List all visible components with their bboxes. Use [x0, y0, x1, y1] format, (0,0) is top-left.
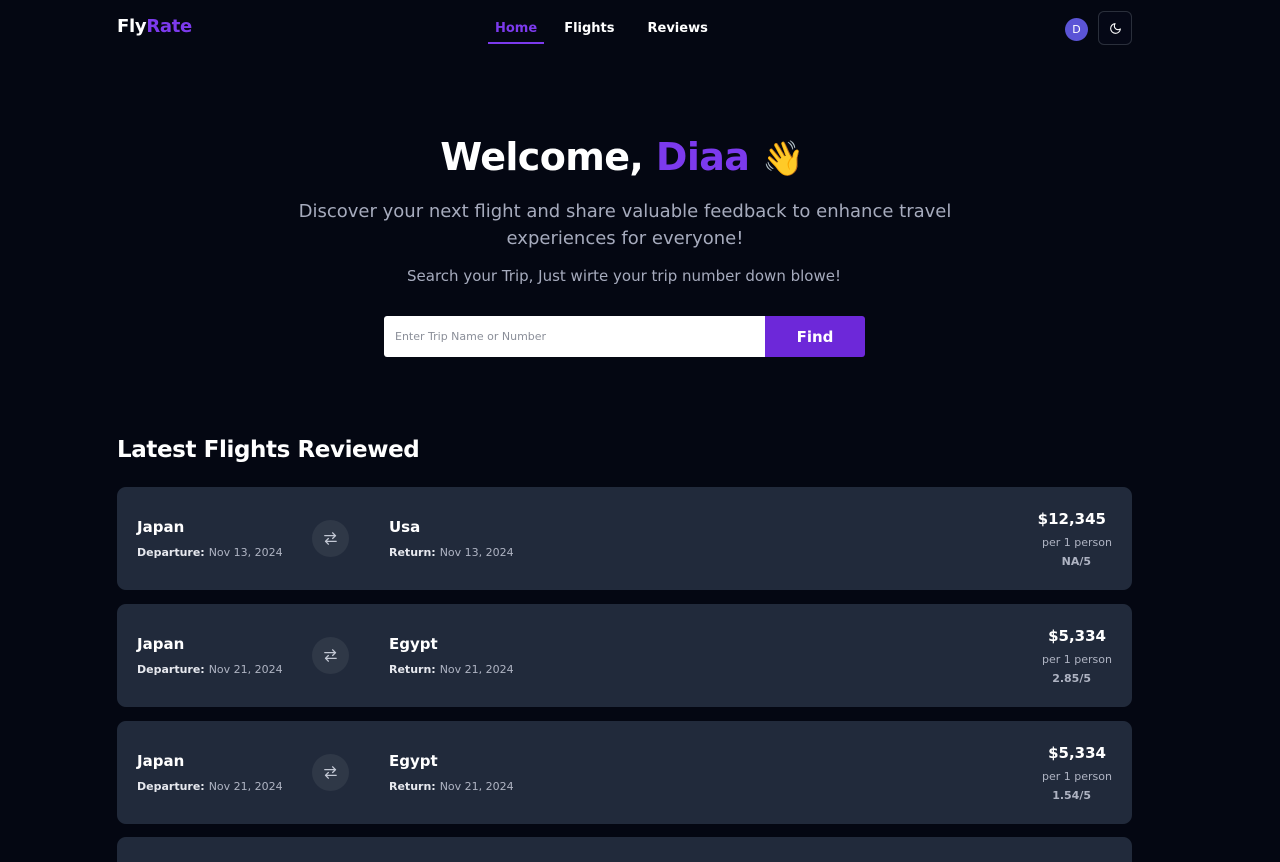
- flight-card-partial[interactable]: [117, 837, 1132, 862]
- flight-rating: 2.85/5: [1052, 672, 1091, 685]
- return-date: Nov 21, 2024: [439, 780, 514, 793]
- return-label: Return:: [389, 780, 436, 793]
- hero-subtitle: Discover your next flight and share valu…: [298, 201, 952, 249]
- return-date-row: Return: Nov 13, 2024: [389, 546, 514, 559]
- return-date: Nov 13, 2024: [439, 546, 514, 559]
- nav-home[interactable]: Home: [488, 0, 545, 44]
- return-date-row: Return: Nov 21, 2024: [389, 663, 514, 676]
- trip-search-input[interactable]: [384, 316, 765, 357]
- welcome-greeting: Welcome,: [440, 135, 644, 179]
- flight-rating: NA/5: [1061, 555, 1091, 568]
- destination-city: Usa: [389, 518, 421, 536]
- swap-arrows-icon[interactable]: [312, 754, 349, 791]
- price-unit: per 1 person: [1042, 536, 1112, 549]
- moon-icon: [1109, 22, 1121, 34]
- waving-hand-icon: 👋: [762, 139, 804, 179]
- origin-city: Japan: [137, 518, 185, 536]
- brand-logo[interactable]: FlyRate: [117, 16, 192, 37]
- nav-reviews[interactable]: Reviews: [641, 0, 715, 44]
- search-hint: Search your Trip, Just wirte your trip n…: [407, 267, 841, 285]
- flight-rating: 1.54/5: [1052, 789, 1091, 802]
- flight-price: $5,334: [1048, 627, 1106, 645]
- departure-label: Departure:: [137, 546, 205, 559]
- departure-date: Nov 21, 2024: [208, 780, 283, 793]
- top-navbar: FlyRate Home Flights Reviews D: [0, 0, 1280, 58]
- welcome-user-name: Diaa: [655, 135, 750, 179]
- flight-price: $5,334: [1048, 744, 1106, 762]
- return-label: Return:: [389, 663, 436, 676]
- find-button[interactable]: Find: [765, 316, 865, 357]
- destination-city: Egypt: [389, 752, 438, 770]
- origin-city: Japan: [137, 635, 185, 653]
- return-date: Nov 21, 2024: [439, 663, 514, 676]
- flight-card[interactable]: Japan Departure: Nov 21, 2024 Egypt Retur…: [117, 604, 1132, 707]
- departure-label: Departure:: [137, 663, 205, 676]
- welcome-heading: Welcome, Diaa 👋: [0, 135, 1244, 179]
- swap-arrows-icon[interactable]: [312, 520, 349, 557]
- brand-logo-part2: Rate: [146, 16, 192, 37]
- return-label: Return:: [389, 546, 436, 559]
- price-unit: per 1 person: [1042, 770, 1112, 783]
- departure-date-row: Departure: Nov 13, 2024: [137, 546, 283, 559]
- destination-city: Egypt: [389, 635, 438, 653]
- flight-card[interactable]: Japan Departure: Nov 13, 2024 Usa Return:…: [117, 487, 1132, 590]
- departure-date-row: Departure: Nov 21, 2024: [137, 663, 283, 676]
- departure-date: Nov 21, 2024: [208, 663, 283, 676]
- user-avatar[interactable]: D: [1065, 18, 1088, 41]
- swap-arrows-icon[interactable]: [312, 637, 349, 674]
- departure-label: Departure:: [137, 780, 205, 793]
- brand-logo-part1: Fly: [117, 16, 147, 37]
- flight-price: $12,345: [1037, 510, 1106, 528]
- main-nav: Home Flights Reviews: [488, 0, 734, 44]
- return-date-row: Return: Nov 21, 2024: [389, 780, 514, 793]
- latest-flights-title: Latest Flights Reviewed: [117, 437, 420, 463]
- nav-flights[interactable]: Flights: [557, 0, 621, 44]
- trip-search-form: Find: [384, 316, 865, 357]
- theme-toggle-button[interactable]: [1098, 11, 1132, 45]
- departure-date-row: Departure: Nov 21, 2024: [137, 780, 283, 793]
- origin-city: Japan: [137, 752, 185, 770]
- flight-card[interactable]: Japan Departure: Nov 21, 2024 Egypt Retur…: [117, 721, 1132, 824]
- page: FlyRate Home Flights Reviews D Welcome, …: [0, 0, 1280, 862]
- price-unit: per 1 person: [1042, 653, 1112, 666]
- departure-date: Nov 13, 2024: [208, 546, 283, 559]
